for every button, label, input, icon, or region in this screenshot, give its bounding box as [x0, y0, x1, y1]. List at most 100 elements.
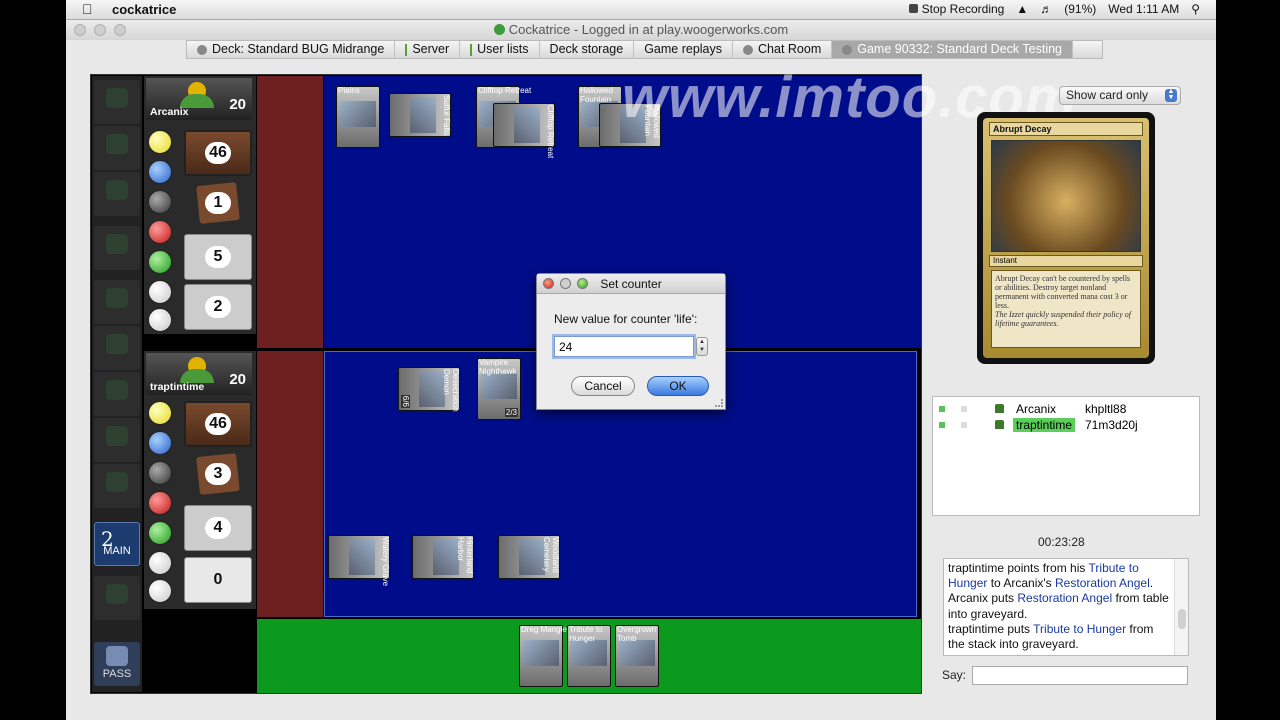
life-counter[interactable]: 20 — [229, 96, 246, 113]
card-link[interactable]: Restoration Angel — [1017, 591, 1112, 605]
player-panel-arcanix: Arcanix 20 46 1 5 2 — [144, 76, 256, 334]
minimize-window-button[interactable] — [94, 24, 106, 36]
graveyard-zone[interactable]: 4 — [184, 505, 252, 551]
blue-mana-counter[interactable] — [148, 431, 172, 455]
ready-icon — [939, 422, 945, 428]
life-counter[interactable]: 20 — [229, 371, 246, 388]
dialog-zoom-button[interactable] — [577, 278, 588, 289]
phase-combat-start[interactable] — [94, 280, 140, 324]
black-mana-counter[interactable] — [148, 461, 172, 485]
close-window-button[interactable] — [74, 24, 86, 36]
card-dreg-mangler[interactable]: Dreg Mangler — [519, 625, 569, 687]
player-name: traptintime — [150, 381, 205, 393]
storm-counter[interactable] — [148, 579, 172, 603]
colorless-mana-counter[interactable] — [148, 551, 172, 575]
phase-draw[interactable] — [94, 172, 140, 216]
tab-game-replays[interactable]: Game replays — [634, 41, 734, 58]
card-link[interactable]: Tribute to Hunger — [1033, 622, 1126, 636]
blue-mana-counter[interactable] — [148, 160, 172, 184]
exile-zone[interactable]: 2 — [184, 284, 252, 330]
combat-start-icon — [106, 288, 128, 308]
phase-upkeep[interactable] — [94, 126, 140, 170]
phase-main1[interactable] — [94, 226, 140, 270]
list-item[interactable]: traptintime 71m3d20j — [933, 417, 1199, 433]
tab-deck[interactable]: Deck: Standard BUG Midrange — [187, 41, 396, 58]
card-clifftop-retreat[interactable]: Clifftop Retreat — [493, 103, 555, 158]
spotlight-icon[interactable]: ⚲ — [1191, 2, 1200, 16]
red-mana-counter[interactable] — [148, 220, 172, 244]
card-preview-type: Instant — [989, 255, 1143, 267]
black-mana-counter[interactable] — [148, 190, 172, 214]
counter-spinner[interactable]: ▲ ▼ — [696, 337, 708, 356]
card-sulfur-falls[interactable]: Sulfur Falls — [389, 93, 451, 137]
volume-icon[interactable]: ♬ — [1040, 2, 1052, 16]
spin-down-icon[interactable]: ▼ — [699, 347, 705, 353]
wifi-icon[interactable]: ▲ — [1016, 2, 1028, 16]
close-tab-icon[interactable] — [842, 44, 853, 55]
card-overgrown-tomb[interactable]: Overgrown Tomb — [615, 625, 659, 687]
phase-combat-end[interactable] — [94, 464, 140, 508]
message-log[interactable]: traptintime points from his Tribute to H… — [943, 558, 1189, 656]
game-player-list: Arcanix khpltl88 traptintime 71m3d20j — [932, 396, 1200, 516]
stop-recording-item[interactable]: Stop Recording — [908, 2, 1004, 16]
zoom-window-button[interactable] — [114, 24, 126, 36]
pass-icon — [106, 646, 128, 666]
card-vampire-nighthawk[interactable]: Vampire Nighthawk 2/3 — [477, 358, 521, 420]
spin-up-icon[interactable]: ▲ — [699, 339, 705, 345]
exile-zone[interactable]: 0 — [184, 557, 252, 603]
log-scrollbar[interactable] — [1174, 559, 1188, 655]
phase-damage[interactable] — [94, 418, 140, 462]
show-card-select[interactable]: Show card only ▲ ▼ — [1059, 86, 1181, 105]
apple-icon[interactable]:  — [82, 1, 93, 17]
hand-zone[interactable]: 1 — [184, 180, 252, 226]
tab-game[interactable]: Game 90332: Standard Deck Testing — [832, 41, 1074, 58]
white-mana-counter[interactable] — [148, 130, 172, 154]
phase-untap[interactable] — [94, 80, 140, 124]
player-hand[interactable]: Dreg Mangler Tribute to Hunger Overgrown… — [257, 619, 921, 693]
resize-grip[interactable] — [715, 399, 723, 407]
phase-main2[interactable]: 2 MAIN — [94, 522, 140, 566]
dialog-minimize-button[interactable] — [560, 278, 571, 289]
storm-counter[interactable] — [148, 308, 172, 332]
counter-value-input[interactable] — [554, 336, 694, 357]
card-hinterland-harbor[interactable]: Hinterland Harbor — [412, 535, 474, 579]
close-tab-icon[interactable] — [197, 44, 207, 55]
say-label: Say: — [942, 668, 967, 682]
dialog-close-button[interactable] — [543, 278, 554, 289]
pass-turn-button[interactable]: PASS — [94, 642, 140, 686]
app-menu[interactable]: cockatrice — [112, 2, 176, 17]
card-link[interactable]: Restoration Angel — [1055, 576, 1150, 590]
tab-server[interactable]: Server — [395, 41, 461, 58]
close-tab-icon[interactable] — [743, 44, 754, 55]
list-item[interactable]: Arcanix khpltl88 — [933, 401, 1199, 417]
card-desecration-demon[interactable]: Desecration Demon 6/6 — [398, 367, 460, 412]
player-header: Arcanix 20 — [146, 78, 252, 120]
menubar-clock[interactable]: Wed 1:11 AM — [1108, 2, 1179, 16]
green-mana-counter[interactable] — [148, 250, 172, 274]
card-woodland-cemetery[interactable]: Woodland Cemetery — [498, 535, 560, 579]
library-zone[interactable]: 46 — [184, 130, 252, 176]
graveyard-zone[interactable]: 5 — [184, 234, 252, 280]
player-header: traptintime 20 — [146, 353, 252, 395]
battery-indicator[interactable]: (91%) — [1064, 2, 1096, 16]
cancel-button[interactable]: Cancel — [571, 376, 635, 396]
card-tribute-to-hunger[interactable]: Tribute to Hunger — [567, 625, 611, 687]
tab-chat-room[interactable]: Chat Room — [733, 41, 833, 58]
phase-block[interactable] — [94, 372, 140, 416]
ok-button[interactable]: OK — [647, 376, 709, 396]
tab-user-lists[interactable]: User lists — [460, 41, 540, 58]
library-zone[interactable]: 46 — [184, 401, 252, 447]
card-plains[interactable]: Plains — [336, 86, 380, 148]
white-mana-counter[interactable] — [148, 401, 172, 425]
hand-zone[interactable]: 3 — [184, 451, 252, 497]
tab-deck-storage[interactable]: Deck storage — [540, 41, 635, 58]
ready-icon — [939, 406, 945, 412]
phase-attack[interactable] — [94, 326, 140, 370]
green-mana-counter[interactable] — [148, 521, 172, 545]
say-input[interactable] — [972, 666, 1188, 685]
phase-end[interactable] — [94, 576, 140, 620]
red-mana-counter[interactable] — [148, 491, 172, 515]
card-watery-grave[interactable]: Watery Grave — [328, 535, 390, 586]
player-stack-zone — [257, 351, 323, 617]
colorless-mana-counter[interactable] — [148, 280, 172, 304]
